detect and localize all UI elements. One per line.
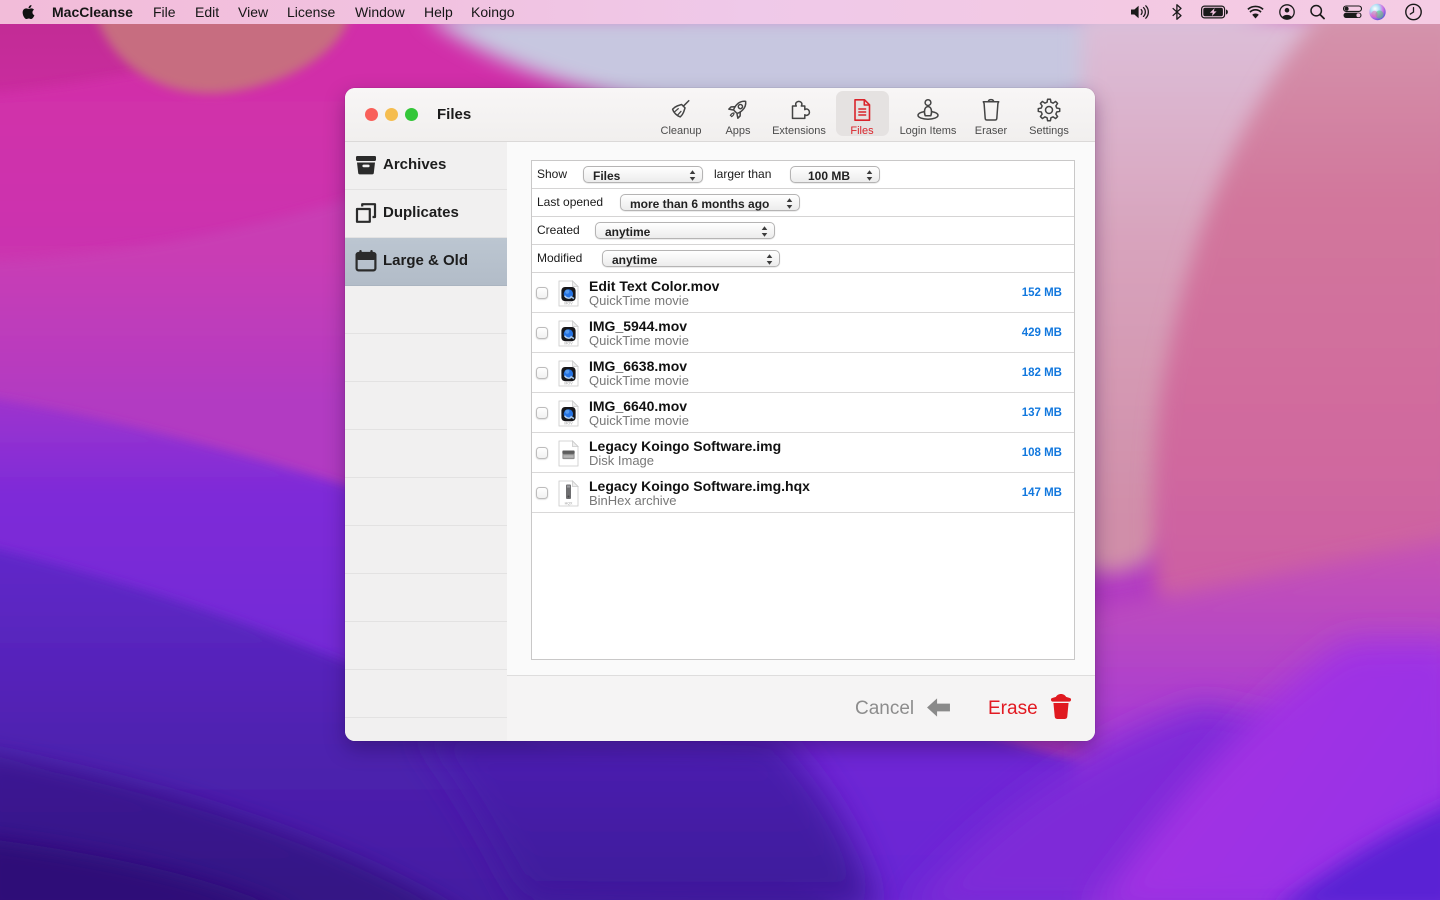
svg-text:MOV: MOV: [564, 342, 573, 346]
svg-text:MOV: MOV: [564, 302, 573, 306]
svg-text:HQX: HQX: [565, 502, 573, 506]
svg-text:MOV: MOV: [564, 422, 573, 426]
svg-text:MOV: MOV: [564, 382, 573, 386]
